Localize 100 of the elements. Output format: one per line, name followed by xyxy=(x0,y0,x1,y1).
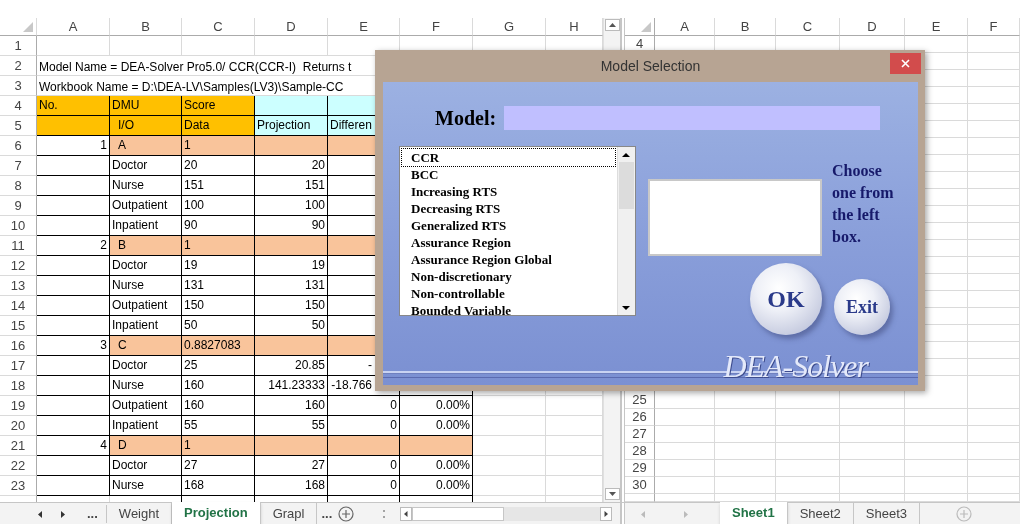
row-header[interactable]: 29 xyxy=(625,460,655,477)
new-sheet-icon[interactable] xyxy=(338,506,355,522)
column-header[interactable]: F xyxy=(968,18,1020,36)
scroll-thumb[interactable] xyxy=(412,507,505,521)
table-cell: 3 xyxy=(37,336,110,356)
close-button[interactable] xyxy=(890,53,921,74)
table-cell xyxy=(655,392,715,409)
more-tabs-button[interactable]: ... xyxy=(317,505,337,523)
scroll-right-icon[interactable] xyxy=(600,507,613,521)
column-header[interactable]: D xyxy=(840,18,905,36)
table-cell: 27 xyxy=(182,456,255,476)
table-cell: 50 xyxy=(182,316,255,336)
select-all-icon[interactable] xyxy=(23,22,33,32)
table-cell: B xyxy=(110,236,182,256)
vertical-dots-icon[interactable] xyxy=(382,509,387,519)
row-header[interactable]: 25 xyxy=(625,392,655,409)
table-cell xyxy=(840,409,905,426)
table-cell: 19 xyxy=(182,256,255,276)
table-cell xyxy=(110,36,182,56)
list-item[interactable]: Assurance Region xyxy=(401,233,616,252)
table-cell xyxy=(968,308,1020,325)
round-button[interactable]: OK xyxy=(750,263,822,335)
sheet-tab[interactable]: Projection xyxy=(172,502,261,524)
column-header[interactable]: B xyxy=(715,18,776,36)
column-header[interactable]: C xyxy=(776,18,840,36)
table-cell: 20.85 xyxy=(255,356,328,376)
row-header[interactable]: 2 xyxy=(0,56,37,76)
column-header[interactable]: B xyxy=(110,18,182,36)
table-cell: 0.00% xyxy=(400,416,473,436)
more-tabs-button[interactable]: ... xyxy=(83,505,107,523)
model-field[interactable] xyxy=(504,106,881,130)
column-header[interactable]: D xyxy=(255,18,328,36)
table-cell xyxy=(715,392,776,409)
scroll-right-icon[interactable] xyxy=(59,509,67,519)
model-label: Model: xyxy=(435,106,497,130)
round-button[interactable]: Exit xyxy=(834,279,890,335)
table-cell: Doctor xyxy=(110,356,182,376)
table-cell: 50 xyxy=(255,316,328,336)
table-cell: Outpatient xyxy=(110,396,182,416)
scroll-left-icon[interactable] xyxy=(36,509,44,519)
sheet-tab[interactable]: Grapl xyxy=(260,503,318,524)
list-item[interactable]: Assurance Region Global xyxy=(401,250,616,269)
model-list[interactable]: CCR BCC Increasing RTS Decreasing RTS Generalized RTS Assurance Region Assurance Region Global Non-discretionary Non-controllable Bounded Variable xyxy=(399,146,636,316)
table-cell: 90 xyxy=(255,216,328,236)
sheet-tab[interactable]: Sheet1 xyxy=(720,502,788,524)
scroll-down-icon[interactable] xyxy=(604,488,620,500)
horizontal-scrollbar[interactable] xyxy=(400,507,613,521)
column-header[interactable]: E xyxy=(328,18,400,36)
column-header[interactable]: F xyxy=(400,18,473,36)
list-item[interactable]: CCR xyxy=(401,148,616,167)
table-cell: 0.00% xyxy=(400,396,473,416)
table-cell: No. xyxy=(37,96,110,116)
table-cell: D xyxy=(110,436,182,456)
table-cell: Outpatient xyxy=(110,196,182,216)
list-item[interactable]: Generalized RTS xyxy=(401,216,616,235)
select-all-icon[interactable] xyxy=(641,22,651,32)
row-header[interactable]: 30 xyxy=(625,477,655,494)
row-header[interactable]: 3 xyxy=(0,76,37,96)
column-header[interactable]: E xyxy=(905,18,968,36)
table-cell xyxy=(968,325,1020,342)
table-cell xyxy=(905,477,968,494)
column-header[interactable]: G xyxy=(473,18,546,36)
table-cell xyxy=(968,121,1020,138)
table-cell: 0.00% xyxy=(400,456,473,476)
row-header[interactable]: 28 xyxy=(625,443,655,460)
table-cell: 141.23333 xyxy=(255,376,328,396)
sheet-tab[interactable]: Sheet2 xyxy=(787,503,854,524)
table-cell xyxy=(968,359,1020,376)
table-cell xyxy=(968,409,1020,426)
table-cell xyxy=(655,426,715,443)
table-cell xyxy=(968,342,1020,359)
list-item[interactable]: BCC xyxy=(401,165,616,184)
table-cell xyxy=(715,409,776,426)
row-header[interactable]: 1 xyxy=(0,36,37,56)
table-cell: Score xyxy=(182,96,255,116)
column-header[interactable]: A xyxy=(37,18,110,36)
table-cell: Projection xyxy=(255,116,328,136)
scroll-thumb[interactable] xyxy=(619,162,634,209)
list-scrollbar[interactable] xyxy=(617,147,635,315)
sheet-tab[interactable]: Sheet3 xyxy=(853,503,921,524)
list-item[interactable]: Non-controllable xyxy=(401,284,616,303)
scroll-left-icon[interactable] xyxy=(400,507,413,521)
row-header[interactable]: 27 xyxy=(625,426,655,443)
list-item[interactable]: Decreasing RTS xyxy=(401,199,616,218)
column-header[interactable]: C xyxy=(182,18,255,36)
table-cell xyxy=(776,460,840,477)
list-item[interactable]: Increasing RTS xyxy=(401,182,616,201)
table-cell: 151 xyxy=(255,176,328,196)
table-cell xyxy=(968,36,1020,53)
row-header[interactable]: 26 xyxy=(625,409,655,426)
table-cell xyxy=(840,426,905,443)
table-cell: 0 xyxy=(328,396,400,416)
scroll-up-icon[interactable] xyxy=(604,19,620,31)
table-cell: 1 xyxy=(182,436,255,456)
table-cell xyxy=(655,443,715,460)
table-cell xyxy=(655,409,715,426)
table-cell xyxy=(715,443,776,460)
list-item[interactable]: Non-discretionary xyxy=(401,267,616,286)
column-header[interactable]: A xyxy=(655,18,715,36)
table-cell: 160 xyxy=(182,396,255,416)
